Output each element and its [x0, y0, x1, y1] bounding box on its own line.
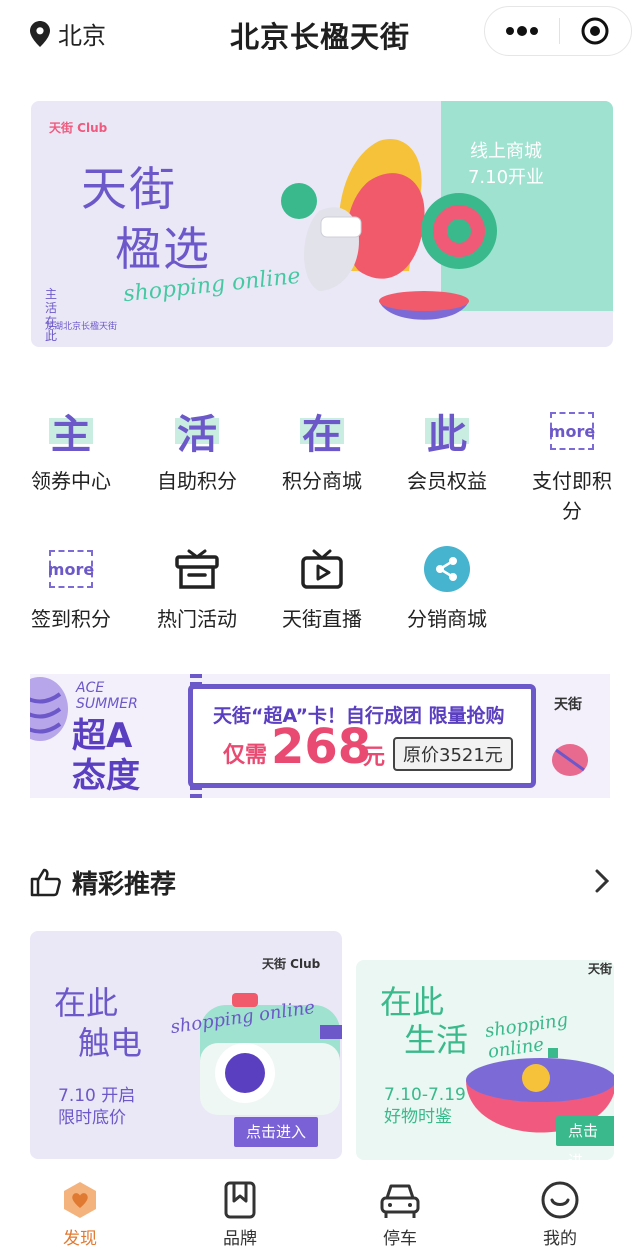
more-icon: more	[540, 402, 604, 460]
mini-program-capsule	[484, 6, 632, 56]
grid-item-hot-events[interactable]: 热门活动	[142, 540, 252, 634]
bookmark-icon	[224, 1181, 256, 1219]
promo-banner[interactable]: ACE SUMMER 超A 态度 天街“超A”卡！自行成团 限量抢购 仅需 26…	[30, 674, 610, 798]
glyph-icon: 在	[300, 411, 344, 458]
target-icon	[581, 17, 609, 45]
promo-original-price: 原价3521元	[393, 737, 513, 771]
grid-label: 天街直播	[282, 607, 362, 631]
glyph-icon: 主	[49, 411, 93, 458]
striped-ball-icon	[30, 677, 68, 741]
grid-label: 支付即积分	[532, 469, 612, 523]
hero-badge-line1: 线上商城	[470, 141, 542, 162]
top-bar: 北京 北京长楹天街	[0, 0, 640, 66]
grid-item-coupon-center[interactable]: 主 领券中心	[16, 402, 126, 496]
grid-item-points-mall[interactable]: 在 积分商城	[267, 402, 377, 496]
club-logo: 天街 Club	[49, 121, 108, 135]
grid-label: 积分商城	[282, 469, 362, 493]
card-sub2: 限时底价	[58, 1108, 126, 1128]
grid-label: 签到积分	[31, 607, 111, 631]
club-logo: 天街 Club	[262, 957, 321, 971]
recommend-card[interactable]: 天街 在此 生活 shopping online 7.10-7.19 好物时鉴 …	[356, 960, 614, 1160]
gift-box-icon	[165, 540, 229, 598]
promo-card: 天街“超A”卡！自行成团 限量抢购 仅需 268 元 原价3521元	[188, 684, 536, 788]
hero-title-line1: 天街	[81, 162, 177, 216]
smile-face-icon	[541, 1181, 579, 1219]
close-button[interactable]	[560, 7, 632, 55]
tab-label: 品牌	[223, 1229, 257, 1249]
card-sub1: 7.10-7.19	[384, 1085, 466, 1105]
promo-price: 268	[271, 719, 372, 775]
recommend-card[interactable]: 天街 Club 在此 触电 shopping online 7.10 开启 限时…	[30, 931, 342, 1159]
tab-label: 停车	[383, 1229, 417, 1249]
tv-play-icon	[290, 540, 354, 598]
car-icon	[380, 1184, 420, 1218]
promo-ace-summer: ACE SUMMER	[76, 680, 138, 712]
tab-discover[interactable]: 发现	[0, 1166, 160, 1255]
promo-big-title: 超A 态度	[72, 716, 140, 796]
hero-banner[interactable]: 天街 Club 天街 楹选 主活在此 龙湖北京长楹天街 shopping onl…	[31, 101, 613, 347]
grid-item-pay-points[interactable]: more 支付即积分	[518, 402, 626, 526]
glyph-icon: 活	[175, 411, 219, 458]
hero-side-text: 主活在此	[45, 287, 58, 343]
tab-brand[interactable]: 品牌	[160, 1166, 320, 1255]
card-title-line1: 在此	[380, 983, 445, 1021]
card-sub1: 7.10 开启	[58, 1086, 136, 1106]
share-icon	[415, 540, 479, 598]
promo-logo: 天街	[554, 697, 582, 713]
more-button[interactable]	[485, 7, 559, 55]
promo-price-unit: 元	[363, 745, 386, 770]
hero-sub-text: 龙湖北京长楹天街	[45, 322, 118, 332]
bottom-tab-bar: 发现 品牌 停车 我的	[0, 1166, 640, 1255]
club-logo: 天街	[588, 962, 613, 976]
grid-item-self-points[interactable]: 活 自助积分	[142, 402, 252, 496]
hero-title-line2: 楹选	[115, 222, 211, 276]
glyph-icon: 此	[425, 411, 469, 458]
card-title-line2: 生活	[404, 1021, 469, 1059]
card-sub2: 好物时鉴	[384, 1107, 452, 1127]
tab-label: 我的	[543, 1229, 577, 1249]
tab-mine[interactable]: 我的	[480, 1166, 640, 1255]
enter-button[interactable]: 点击进	[556, 1116, 614, 1160]
card-title-line1: 在此	[54, 984, 119, 1022]
tab-parking[interactable]: 停车	[320, 1166, 480, 1255]
more-icon: more	[39, 540, 103, 598]
promo-need-label: 仅需	[223, 743, 268, 768]
grid-item-distribution-mall[interactable]: 分销商城	[392, 540, 502, 634]
section-header-recommend[interactable]: 精彩推荐	[30, 860, 610, 904]
hero-badge: 线上商城 7.10开业	[451, 139, 561, 191]
enter-button[interactable]: 点击进入	[234, 1117, 319, 1147]
grid-label: 分销商城	[407, 607, 487, 631]
hero-badge-line2: 7.10开业	[467, 167, 545, 188]
grid-item-checkin-points[interactable]: more 签到积分	[16, 540, 126, 634]
grid-item-live-stream[interactable]: 天街直播	[267, 540, 377, 634]
more-dots-icon	[505, 26, 538, 36]
thumbs-up-icon	[30, 868, 61, 897]
comet-ball-icon	[552, 744, 588, 776]
grid-label: 自助积分	[157, 469, 237, 493]
section-title: 精彩推荐	[72, 869, 177, 900]
grid-label: 领券中心	[31, 469, 111, 493]
discover-heart-icon	[64, 1182, 96, 1218]
tab-label: 发现	[63, 1229, 97, 1249]
chevron-right-icon[interactable]	[594, 868, 610, 894]
grid-label: 热门活动	[157, 607, 237, 631]
card-title-line2: 触电	[78, 1024, 143, 1062]
grid-item-member-benefits[interactable]: 此 会员权益	[392, 402, 502, 496]
grid-label: 会员权益	[407, 469, 487, 493]
